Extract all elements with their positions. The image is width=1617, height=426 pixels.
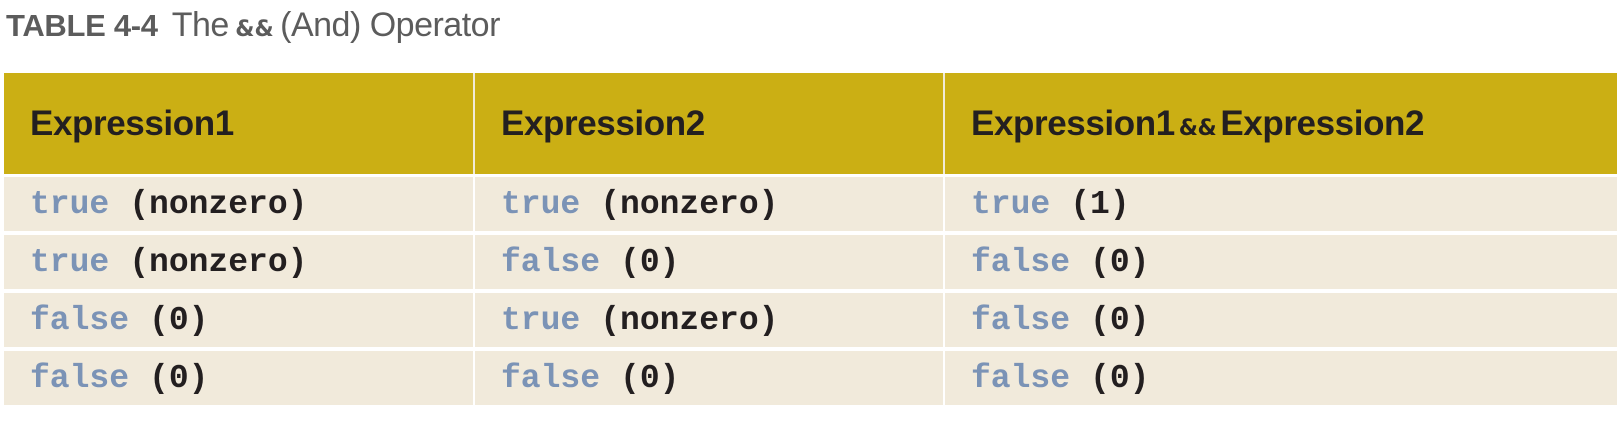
cell-code: (nonzero) [129, 185, 308, 223]
header-expression2-label: Expression2 [501, 103, 705, 143]
table-cell: false (0) [944, 231, 1617, 291]
header-row: Expression1 Expression2 Expression1 && Exp… [4, 73, 1617, 177]
table-title-prefix: The [171, 6, 230, 44]
table-number: TABLE 4-4 [6, 8, 158, 43]
cell-code: (0) [620, 243, 680, 281]
cell-value: false [30, 301, 130, 339]
cell-code: (1) [1070, 185, 1130, 223]
cell-code: (nonzero) [129, 243, 308, 281]
cell-value: true [501, 301, 581, 339]
table-cell: false (0) [474, 231, 945, 291]
table-cell: true (1) [944, 175, 1617, 233]
cell-value: true [30, 185, 110, 223]
table-caption: TABLE 4-4 The && (And) Operator [6, 4, 500, 46]
table-cell: false (0) [4, 289, 475, 349]
cell-value: true [30, 243, 110, 281]
header-expression1: Expression1 [4, 73, 475, 177]
cell-code: (nonzero) [600, 301, 779, 339]
cell-code: (0) [1090, 301, 1150, 339]
header-result-operator: && [1178, 115, 1217, 141]
cell-code: (0) [149, 301, 209, 339]
table-row: true (nonzero) true (nonzero) true (1) [4, 175, 1617, 233]
cell-code: (0) [149, 359, 209, 397]
table-cell: true (nonzero) [4, 231, 475, 291]
header-result: Expression1 && Expression2 [944, 73, 1617, 177]
cell-value: true [971, 185, 1051, 223]
cell-code: (nonzero) [600, 185, 779, 223]
table-cell: true (nonzero) [474, 289, 945, 349]
table-row: false (0) false (0) false (0) [4, 347, 1617, 405]
table-cell: false (0) [474, 347, 945, 405]
table-title-suffix: (And) Operator [280, 6, 500, 44]
table-title-operator: && [235, 17, 274, 42]
table-cell: false (0) [944, 289, 1617, 349]
cell-value: false [30, 359, 130, 397]
cell-code: (0) [1090, 359, 1150, 397]
table-row: true (nonzero) false (0) false (0) [4, 231, 1617, 291]
header-expression1-label: Expression1 [30, 103, 234, 143]
cell-value: false [971, 359, 1071, 397]
cell-value: true [501, 185, 581, 223]
table-cell: false (0) [944, 347, 1617, 405]
table-cell: false (0) [4, 347, 475, 405]
header-expression2: Expression2 [474, 73, 945, 177]
table-row: false (0) true (nonzero) false (0) [4, 289, 1617, 349]
table-cell: true (nonzero) [4, 175, 475, 233]
cell-value: false [971, 301, 1071, 339]
truth-table: Expression1 Expression2 Expression1 && Exp… [4, 73, 1617, 405]
cell-code: (0) [620, 359, 680, 397]
cell-value: false [501, 243, 601, 281]
header-result-right: Expression2 [1220, 103, 1425, 143]
cell-code: (0) [1090, 243, 1150, 281]
table-cell: true (nonzero) [474, 175, 945, 233]
cell-value: false [971, 243, 1071, 281]
header-result-left: Expression1 [971, 103, 1175, 143]
cell-value: false [501, 359, 601, 397]
